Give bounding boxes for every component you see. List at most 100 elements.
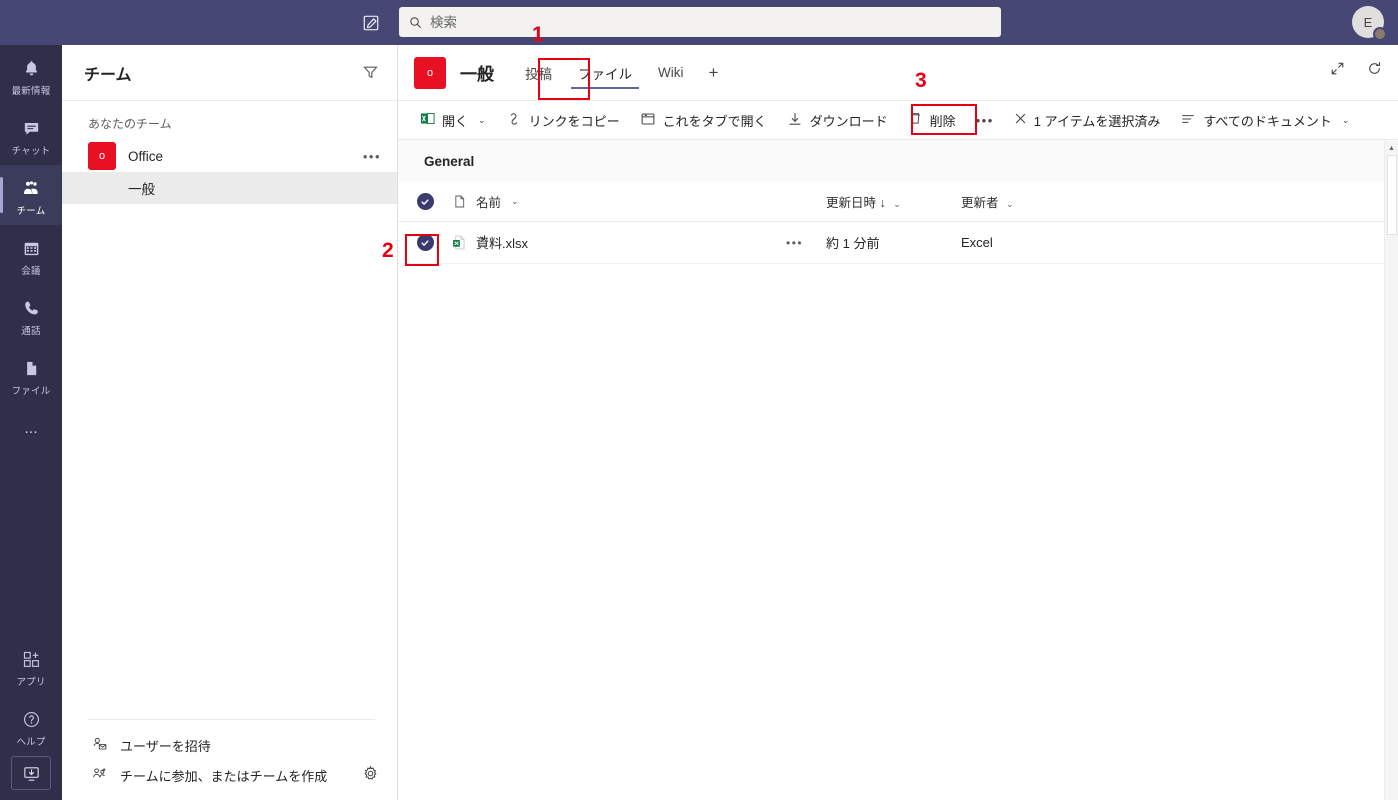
- teams-icon: [21, 178, 42, 200]
- row-checkbox[interactable]: [408, 234, 442, 251]
- close-icon[interactable]: [1014, 112, 1027, 128]
- scrollbar-up-arrow[interactable]: ▲: [1385, 141, 1398, 155]
- teams-panel-footer: ユーザーを招待 チームに参加、またはチームを作成: [62, 719, 397, 800]
- footer-divider: [88, 719, 375, 720]
- apps-icon: [22, 649, 41, 671]
- table-row[interactable]: 資料.xlsx ••• 約 1 分前 Excel: [398, 222, 1398, 264]
- channel-title: 一般: [460, 65, 494, 84]
- column-header-modified-by[interactable]: 更新者 ⌄: [961, 192, 1111, 211]
- file-modified-cell: 約 1 分前: [826, 236, 880, 251]
- left-rail: 最新情報 チャット チーム 会議 通話 ファイル ... アプリ ヘルプ: [0, 45, 62, 800]
- content-scrollbar[interactable]: ▲ ▼: [1384, 141, 1398, 800]
- annotation-number-2: 2: [382, 239, 394, 262]
- channel-row-general[interactable]: 一般: [62, 172, 397, 204]
- search-icon: [409, 16, 422, 29]
- top-bar: E: [0, 0, 1398, 45]
- channel-team-avatar: o: [414, 56, 446, 89]
- rail-label-apps: アプリ: [16, 676, 46, 688]
- teams-panel: チーム あなたのチーム o Office ••• 一般 ユーザーを招待 チームに…: [62, 45, 398, 800]
- team-avatar: o: [88, 142, 116, 170]
- rail-item-calendar[interactable]: 会議: [0, 225, 62, 285]
- add-tab-button[interactable]: +: [697, 63, 731, 83]
- copy-link-button[interactable]: リンクをコピー: [496, 104, 630, 136]
- delete-label: 削除: [929, 113, 956, 129]
- download-icon: [787, 111, 803, 130]
- delete-button[interactable]: 削除: [898, 104, 966, 136]
- teams-panel-header: チーム: [62, 45, 397, 101]
- rail-label-files: ファイル: [11, 385, 51, 397]
- tab-posts[interactable]: 投稿: [512, 50, 565, 96]
- rail-label-activity: 最新情報: [11, 85, 51, 97]
- selection-status[interactable]: 1 アイテムを選択済み: [1004, 104, 1171, 136]
- team-name: Office: [128, 148, 164, 164]
- chevron-down-icon[interactable]: ⌄: [478, 115, 486, 126]
- expand-icon[interactable]: [1330, 61, 1345, 76]
- copy-link-label: リンクをコピー: [528, 113, 620, 129]
- avatar[interactable]: E: [1352, 6, 1387, 41]
- refresh-icon[interactable]: [1367, 61, 1382, 76]
- open-button[interactable]: 開く ⌄: [410, 104, 496, 136]
- chevron-down-icon[interactable]: ⌄: [1006, 199, 1014, 209]
- open-in-tab-button[interactable]: これをタブで開く: [630, 104, 777, 136]
- compose-icon[interactable]: [359, 11, 383, 35]
- rail-item-calls[interactable]: 通話: [0, 285, 62, 345]
- chevron-down-icon[interactable]: ⌄: [1342, 115, 1350, 126]
- download-button[interactable]: ダウンロード: [777, 104, 898, 136]
- file-type-column-icon[interactable]: [442, 194, 476, 209]
- join-create-team-row[interactable]: チームに参加、またはチームを作成: [80, 760, 379, 790]
- search-input[interactable]: [430, 14, 990, 30]
- gear-icon[interactable]: [362, 765, 379, 785]
- file-table-header: 名前 ⌄ 更新日時 ↓ ⌄ 更新者 ⌄: [398, 182, 1398, 222]
- selection-status-label: 1 アイテムを選択済み: [1033, 113, 1161, 129]
- channel-tabs: 投稿 ファイル Wiki +: [512, 50, 730, 96]
- scrollbar-thumb[interactable]: [1387, 155, 1397, 235]
- search-box[interactable]: [399, 7, 1001, 37]
- rail-more-button[interactable]: ...: [0, 405, 62, 453]
- rail-item-apps[interactable]: アプリ: [0, 636, 62, 696]
- row-more-actions[interactable]: •••: [786, 236, 826, 250]
- command-overflow-button[interactable]: •••: [966, 113, 1004, 128]
- download-app-icon[interactable]: [11, 756, 51, 790]
- check-circle-icon[interactable]: [416, 234, 434, 251]
- bell-icon: [22, 58, 41, 80]
- tab-wiki[interactable]: Wiki: [645, 50, 697, 96]
- team-row-office[interactable]: o Office •••: [62, 140, 397, 172]
- rail-item-files[interactable]: ファイル: [0, 345, 62, 405]
- invite-users-row[interactable]: ユーザーを招待: [80, 730, 379, 760]
- select-all-checkbox[interactable]: [408, 193, 442, 210]
- rail-item-teams[interactable]: チーム: [0, 165, 62, 225]
- open-in-tab-label: これをタブで開く: [662, 113, 767, 129]
- annotation-number-3: 3: [915, 69, 927, 92]
- view-switcher-label: すべてのドキュメント: [1203, 113, 1332, 129]
- check-circle-icon[interactable]: [416, 193, 434, 210]
- file-modified-by-cell: Excel: [961, 235, 993, 250]
- file-name-label: 資料.xlsx: [476, 236, 529, 251]
- rail-item-help[interactable]: ヘルプ: [0, 696, 62, 756]
- breadcrumb[interactable]: General: [398, 140, 1398, 182]
- column-header-modified[interactable]: 更新日時 ↓ ⌄: [826, 192, 961, 211]
- column-header-modified-label: 更新日時: [826, 196, 877, 210]
- breadcrumb-label: General: [424, 153, 475, 169]
- file-name-cell[interactable]: 資料.xlsx: [476, 233, 786, 252]
- join-create-team-label: チームに参加、またはチームを作成: [120, 768, 328, 784]
- rail-item-chat[interactable]: チャット: [0, 105, 62, 165]
- tab-files[interactable]: ファイル: [565, 50, 645, 96]
- column-header-name[interactable]: 名前 ⌄: [476, 192, 786, 211]
- teams-app-window: E 最新情報 チャット: [0, 0, 1398, 800]
- tab-icon: [640, 111, 656, 130]
- calendar-icon: [22, 238, 41, 260]
- chevron-down-icon[interactable]: ⌄: [893, 199, 901, 209]
- team-more-icon[interactable]: •••: [363, 149, 381, 164]
- chevron-down-icon[interactable]: ⌄: [511, 196, 519, 207]
- rail-item-activity[interactable]: 最新情報: [0, 45, 62, 105]
- filter-icon[interactable]: [362, 64, 379, 81]
- rail-label-teams: チーム: [16, 205, 46, 217]
- invite-users-label: ユーザーを招待: [120, 738, 211, 754]
- annotation-number-1: 1: [532, 23, 544, 46]
- invite-user-icon: [92, 736, 108, 755]
- open-button-label: 開く: [442, 113, 469, 129]
- link-icon: [506, 111, 522, 130]
- sort-arrow-icon: ↓: [879, 196, 886, 210]
- rail-label-calls: 通話: [21, 325, 41, 337]
- view-switcher[interactable]: すべてのドキュメント ⌄: [1170, 104, 1359, 136]
